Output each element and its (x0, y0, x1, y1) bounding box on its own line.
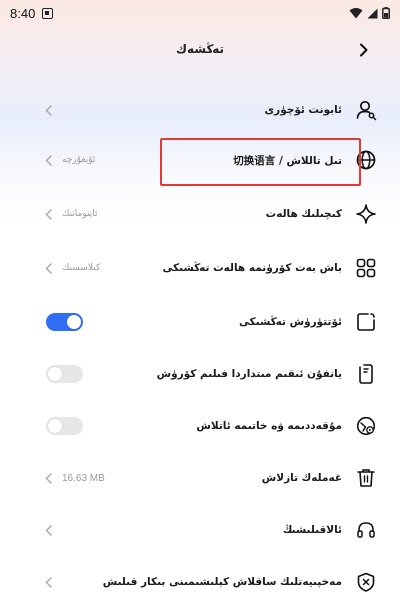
chevron-left-icon (42, 104, 54, 116)
chevron-left-icon (42, 576, 54, 588)
settings-row-label: باش بەت كۆرۈنمە ھالەت تەڭشىكى (162, 262, 342, 274)
grid-icon (354, 256, 378, 280)
wifi-icon (349, 7, 363, 18)
row-left: ئۇيغۇرچە (42, 138, 95, 182)
timer-play-icon (354, 414, 378, 438)
settings-row-privacy[interactable]: مەخپىيەتلىك ساقلاش كېلىشىمىنى بىكار قىلى… (0, 560, 400, 600)
row-left: 16.63 MB (42, 456, 105, 500)
chevron-right-icon (360, 43, 368, 57)
toggle-knob (67, 315, 81, 329)
row-left (42, 560, 54, 600)
toggle-knob (48, 419, 62, 433)
play-square-icon (354, 310, 378, 334)
settings-row-autoplay: ئۆتتۈرۈش تەڭشىكى (0, 300, 400, 344)
row-left (42, 88, 54, 132)
skip-intro-toggle[interactable] (46, 417, 83, 435)
globe-icon (354, 148, 378, 172)
settings-row-mobile-data: يانفۇن ئىقىم مىتداردا فىلىم كۆرۈش (0, 352, 400, 396)
settings-row-label: ئۆتتۈرۈش تەڭشىكى (238, 316, 342, 328)
title-bar: تەڭشەك (0, 32, 400, 66)
settings-row-account[interactable]: ئابونت ئۆچۈرى (0, 88, 400, 132)
row-left: ئاپتوماتىك (42, 192, 98, 236)
settings-row-language[interactable]: ئۇيغۇرچە تىل تاللاش / 切换语言 (0, 138, 400, 182)
settings-row-contact[interactable]: ئالاقىلىشىڭ (0, 508, 400, 552)
chevron-left-icon (42, 208, 54, 220)
settings-screen: 8:40 تەڭشەك ئابونت ئۆچۈرى ئۇيغۇرچە تىل ت… (0, 0, 400, 600)
chevron-left-icon (42, 262, 54, 274)
settings-row-label: كىچىلىك ھالەت (265, 208, 342, 220)
status-bar: 8:40 (0, 0, 400, 26)
settings-row-label: غەملەك تازلاش (261, 472, 342, 484)
status-left: 8:40 (10, 5, 54, 21)
sim-card-icon (42, 7, 54, 19)
chevron-left-icon (42, 472, 54, 484)
user-key-icon (354, 98, 378, 122)
settings-row-label: يانفۇن ئىقىم مىتداردا فىلىم كۆرۈش (156, 368, 342, 380)
page-title: تەڭشەك (176, 42, 224, 56)
autoplay-toggle[interactable] (46, 313, 83, 331)
settings-row-label: مەخپىيەتلىك ساقلاش كېلىشىمىنى بىكار قىلى… (102, 576, 342, 588)
settings-row-home-layout[interactable]: كىلاسسىك باش بەت كۆرۈنمە ھالەت تەڭشىكى (0, 246, 400, 290)
settings-row-value: ئۇيغۇرچە (62, 155, 96, 165)
settings-row-clear-cache[interactable]: 16.63 MB غەملەك تازلاش (0, 456, 400, 500)
settings-row-label: ئالاقىلىشىڭ (282, 524, 342, 536)
signal-icon (367, 8, 378, 18)
settings-row-label: ئابونت ئۆچۈرى (264, 104, 342, 116)
row-left (42, 508, 54, 552)
trash-icon (354, 466, 378, 490)
settings-row-skip-intro: مۇقەددىمە ۋە خاتىمە ئاتلاش (0, 404, 400, 448)
status-time: 8:40 (10, 5, 36, 21)
settings-row-label: مۇقەددىمە ۋە خاتىمە ئاتلاش (196, 420, 342, 432)
status-right (349, 7, 390, 19)
headset-icon (354, 518, 378, 542)
mobile-data-toggle[interactable] (46, 365, 83, 383)
chevron-left-icon (42, 154, 54, 166)
shield-x-icon (354, 570, 378, 594)
settings-row-label: تىل تاللاش / 切换语言 (233, 154, 342, 167)
phone-rotate-icon (354, 362, 378, 386)
toggle-knob (48, 367, 62, 381)
settings-row-value: ئاپتوماتىك (62, 209, 98, 219)
battery-icon (382, 7, 390, 19)
cache-size-value: 16.63 MB (62, 472, 105, 484)
settings-row-value: كىلاسسىك (62, 263, 101, 273)
row-left: كىلاسسىك (42, 246, 100, 290)
back-button[interactable] (354, 40, 374, 60)
settings-row-theme[interactable]: ئاپتوماتىك كىچىلىك ھالەت (0, 192, 400, 236)
sparkle-icon (354, 202, 378, 226)
chevron-left-icon (42, 524, 54, 536)
